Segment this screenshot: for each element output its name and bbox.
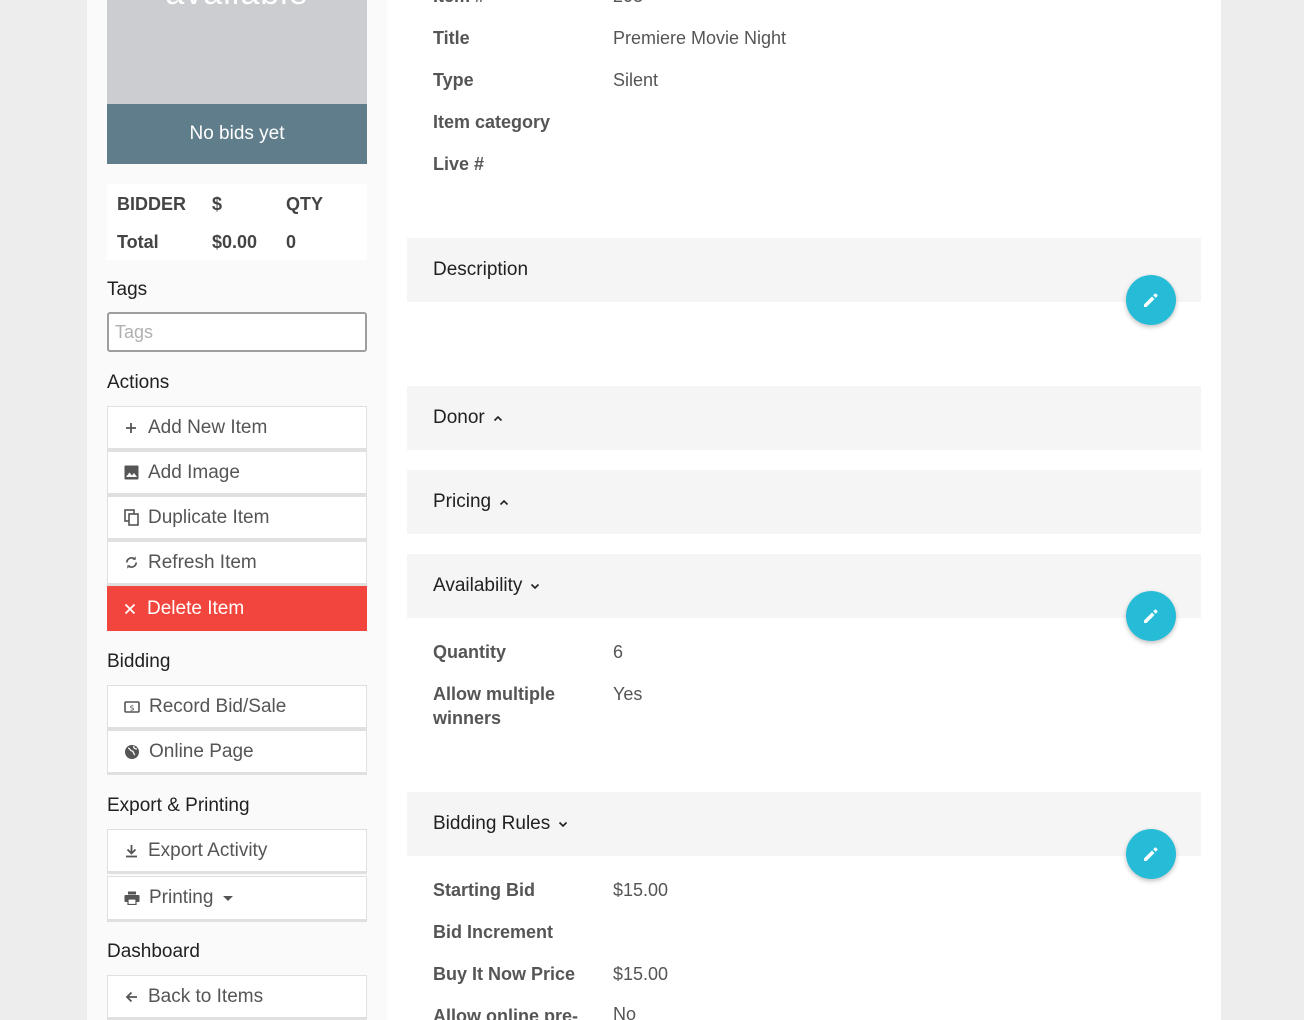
title-label: Title xyxy=(433,28,470,48)
total-amount: $0.00 xyxy=(212,232,258,252)
item-image-placeholder[interactable]: available xyxy=(107,0,367,104)
bidding-heading: Bidding xyxy=(107,651,171,672)
amount-column-header: $ xyxy=(212,194,223,214)
pencil-icon xyxy=(1142,291,1160,309)
type-value: Silent xyxy=(613,70,659,90)
refresh-item-label: Refresh Item xyxy=(148,551,257,573)
printer-icon xyxy=(123,890,140,906)
close-icon xyxy=(122,601,138,617)
type-label: Type xyxy=(433,70,474,90)
online-page-label: Online Page xyxy=(149,740,254,762)
back-to-items-label: Back to Items xyxy=(148,985,264,1007)
availability-title-text: Availability xyxy=(433,575,523,596)
quantity-label: Quantity xyxy=(433,642,507,662)
add-image-button[interactable]: Add Image xyxy=(107,451,367,496)
printing-dropdown-button[interactable]: Printing xyxy=(107,876,367,922)
bid-summary-table: BIDDER $ QTY Total $0.00 0 xyxy=(107,184,367,260)
add-new-item-label: Add New Item xyxy=(148,416,268,438)
tags-input[interactable] xyxy=(107,312,367,352)
edit-description-button[interactable] xyxy=(1126,275,1176,325)
availability-section-header[interactable]: Availability xyxy=(407,554,1201,618)
allow-multiple-winners-label: Allow multiple winners xyxy=(433,684,556,728)
delete-item-button[interactable]: Delete Item xyxy=(107,586,367,631)
total-label: Total xyxy=(117,232,159,252)
bidder-column-header: BIDDER xyxy=(117,194,187,214)
money-icon: $ xyxy=(123,699,140,715)
qty-column-header: QTY xyxy=(286,194,324,214)
allow-multiple-winners-value: Yes xyxy=(613,684,643,704)
download-icon xyxy=(123,843,139,859)
description-title-text: Description xyxy=(433,259,529,280)
globe-icon xyxy=(123,744,140,760)
item-number-label: Item # xyxy=(433,0,485,8)
dashboard-heading: Dashboard xyxy=(107,941,200,962)
copy-icon xyxy=(123,509,139,526)
quantity-value: 6 xyxy=(613,642,624,662)
pricing-title-text: Pricing xyxy=(433,491,492,512)
allow-online-label: Allow online pre- xyxy=(433,1006,579,1020)
refresh-item-button[interactable]: Refresh Item xyxy=(107,541,367,586)
online-page-button[interactable]: Online Page xyxy=(107,730,367,775)
bid-status-bar: No bids yet xyxy=(107,104,367,164)
back-to-items-button[interactable]: Back to Items xyxy=(107,975,367,1020)
donor-title: Donor xyxy=(433,407,503,429)
left-sidebar: available No bids yet BIDDER $ QTY Total… xyxy=(87,0,387,1020)
live-number-label: Live # xyxy=(433,154,485,174)
plus-icon xyxy=(123,420,139,436)
description-title: Description xyxy=(433,259,528,281)
bidding-rules-title: Bidding Rules xyxy=(433,813,568,835)
export-activity-label: Export Activity xyxy=(148,839,268,861)
bidding-rules-section-header[interactable]: Bidding Rules xyxy=(407,792,1201,856)
chevron-down-icon xyxy=(530,583,540,590)
image-icon xyxy=(123,465,139,481)
tags-heading: Tags xyxy=(107,279,148,300)
delete-item-label: Delete Item xyxy=(147,597,245,619)
svg-text:$: $ xyxy=(129,703,134,712)
starting-bid-label: Starting Bid xyxy=(433,880,535,900)
add-image-label: Add Image xyxy=(148,461,240,483)
bidding-rules-title-text: Bidding Rules xyxy=(433,813,551,834)
bid-increment-label: Bid Increment xyxy=(433,922,554,942)
allow-online-value: No xyxy=(613,1004,637,1020)
chevron-down-icon xyxy=(558,821,568,828)
donor-title-text: Donor xyxy=(433,407,485,428)
pencil-icon xyxy=(1142,845,1160,863)
edit-availability-button[interactable] xyxy=(1126,591,1176,641)
refresh-icon xyxy=(123,555,139,571)
item-category-label: Item category xyxy=(433,112,551,132)
starting-bid-value: $15.00 xyxy=(613,880,669,900)
item-number-value: 203 xyxy=(613,0,643,7)
duplicate-item-label: Duplicate Item xyxy=(148,506,270,528)
pricing-title: Pricing xyxy=(433,491,509,513)
actions-heading: Actions xyxy=(107,372,170,393)
printing-label: Printing xyxy=(149,887,214,908)
chevron-up-icon xyxy=(493,415,503,422)
add-new-item-button[interactable]: Add New Item xyxy=(107,406,367,451)
duplicate-item-button[interactable]: Duplicate Item xyxy=(107,496,367,541)
arrow-left-icon xyxy=(123,989,139,1005)
pricing-section-header[interactable]: Pricing xyxy=(407,470,1201,534)
caret-down-icon xyxy=(223,895,234,901)
buy-it-now-label: Buy It Now Price xyxy=(433,964,576,984)
title-value: Premiere Movie Night xyxy=(613,28,787,48)
edit-bidding-rules-button[interactable] xyxy=(1126,829,1176,879)
total-qty: 0 xyxy=(286,232,297,252)
buy-it-now-value: $15.00 xyxy=(613,964,669,984)
availability-title: Availability xyxy=(433,575,540,597)
chevron-up-icon xyxy=(499,499,509,506)
record-bid-button[interactable]: $ Record Bid/Sale xyxy=(107,685,367,730)
donor-section-header[interactable]: Donor xyxy=(407,386,1201,450)
pencil-icon xyxy=(1142,607,1160,625)
item-details-panel: Item # 203 Title Premiere Movie Night Ty… xyxy=(387,0,1221,1020)
export-printing-heading: Export & Printing xyxy=(107,795,250,816)
record-bid-label: Record Bid/Sale xyxy=(149,695,287,717)
image-placeholder-text: available xyxy=(107,0,367,13)
description-section-header[interactable]: Description xyxy=(407,238,1201,302)
export-activity-button[interactable]: Export Activity xyxy=(107,829,367,874)
